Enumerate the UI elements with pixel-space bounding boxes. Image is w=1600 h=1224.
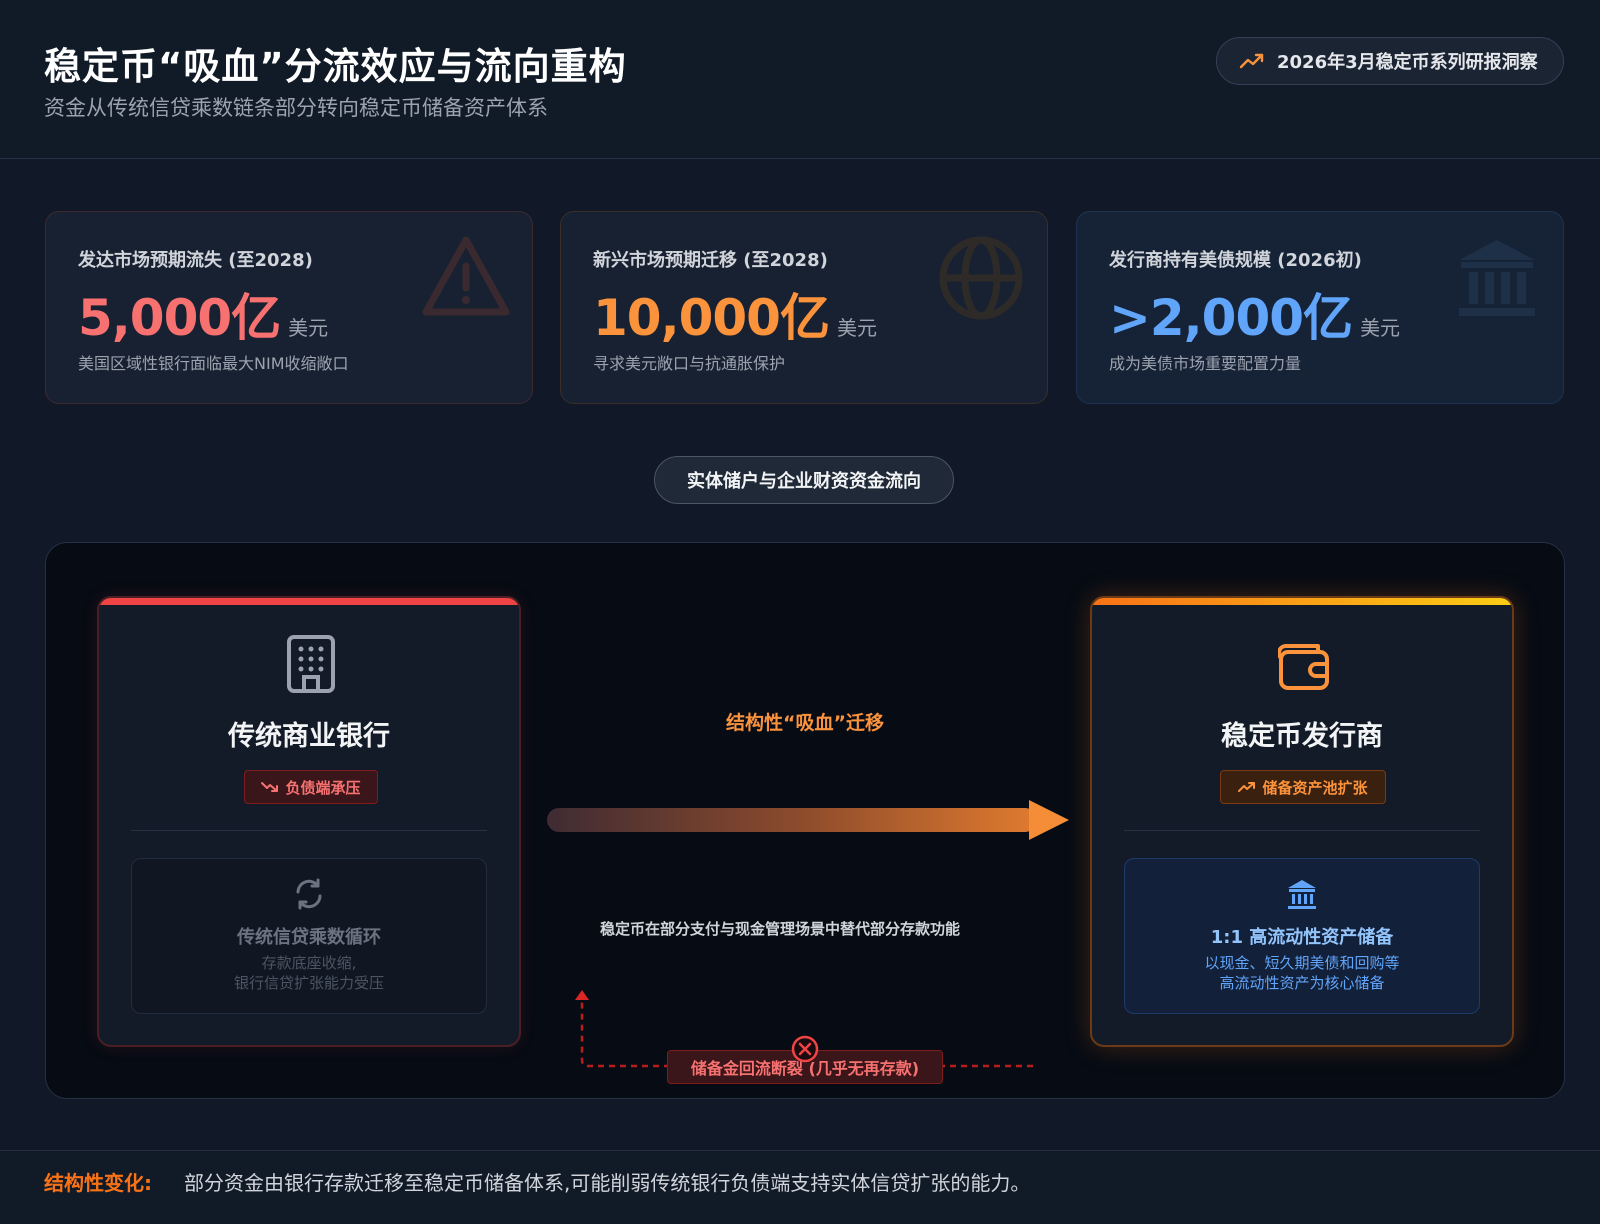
wallet-icon [1278, 643, 1329, 690]
stat-unit: 美元 [1360, 316, 1401, 340]
divider [131, 830, 487, 831]
credit-cycle-panel: 传统信贷乘数循环 存款底座收缩, 银行信贷扩张能力受压 [131, 858, 487, 1014]
stat-card-developed-markets: 发达市场预期流失 (至2028) 5,000亿 美元 美国区域性银行面临最大NI… [45, 211, 533, 404]
footer-text: 部分资金由银行存款迁移至稳定币储备体系,可能削弱传统银行负债端支持实体信贷扩张的… [184, 1171, 1031, 1195]
stat-card-issuer-treasuries: 发行商持有美债规模 (2026初) >2,000亿 美元 成为美债市场重要配置力… [1076, 211, 1564, 404]
trending-up-icon [1239, 53, 1264, 69]
stat-description: 寻求美元敞口与抗通胀保护 [593, 354, 786, 373]
credit-cycle-desc-line: 存款底座收缩, [261, 954, 357, 972]
issuer-name: 稳定币发行商 [1221, 721, 1383, 752]
bank-status-badge: 负债端承压 [244, 770, 378, 804]
divider [1124, 830, 1480, 831]
credit-cycle-desc-line: 银行信贷扩张能力受压 [233, 974, 384, 992]
bank-icon [1288, 880, 1316, 909]
bank-accent-bar [99, 598, 519, 605]
globe-icon [939, 236, 1023, 320]
reserve-title: 1:1 高流动性资产储备 [1210, 927, 1394, 948]
trending-down-icon [261, 782, 279, 792]
reserve-desc-line: 以现金、短久期美债和回购等 [1204, 954, 1400, 972]
refresh-icon [296, 878, 322, 910]
stat-label: 发行商持有美债规模 (2026初) [1109, 250, 1362, 271]
bank-status-label: 负债端承压 [285, 778, 361, 797]
trending-up-icon [1238, 782, 1256, 792]
issuer-accent-bar [1092, 598, 1512, 605]
stat-value: 5,000亿 [78, 289, 281, 347]
stat-label: 发达市场预期流失 (至2028) [78, 250, 313, 271]
warning-icon [422, 236, 510, 316]
stat-value: 10,000亿 [593, 289, 830, 347]
stat-unit: 美元 [836, 316, 877, 340]
reserve-panel: 1:1 高流动性资产储备 以现金、短久期美债和回购等 高流动性资产为核心储备 [1124, 858, 1480, 1014]
close-circle-icon [791, 1035, 819, 1063]
credit-cycle-title: 传统信贷乘数循环 [237, 927, 381, 948]
report-badge: 2026年3月稳定币系列研报洞察 [1216, 37, 1564, 85]
credit-cycle-description: 存款底座收缩, 银行信贷扩张能力受压 [132, 953, 486, 993]
stat-label: 新兴市场预期迁移 (至2028) [593, 250, 828, 271]
issuer-status-label: 储备资产池扩张 [1262, 778, 1368, 797]
building-icon [287, 635, 335, 693]
stat-value: >2,000亿 [1109, 289, 1353, 347]
bank-box: 传统商业银行 负债端承压 传统信贷乘数循环 存款底座收缩, 银行信贷扩张能力受压 [97, 596, 521, 1047]
footer-label: 结构性变化: [44, 1171, 152, 1195]
stat-description: 成为美债市场重要配置力量 [1109, 354, 1302, 373]
stat-card-emerging-markets: 新兴市场预期迁移 (至2028) 10,000亿 美元 寻求美元敞口与抗通胀保护 [560, 211, 1048, 404]
page-footer: 结构性变化: 部分资金由银行存款迁移至稳定币储备体系,可能削弱传统银行负债端支持… [0, 1150, 1600, 1224]
report-badge-label: 2026年3月稳定币系列研报洞察 [1277, 52, 1538, 73]
bank-icon [1459, 240, 1535, 316]
stat-description: 美国区域性银行面临最大NIM收缩敞口 [78, 354, 349, 373]
bank-name: 传统商业银行 [228, 721, 390, 752]
migration-arrow [547, 800, 1069, 840]
page-subtitle: 资金从传统信贷乘数链条部分转向稳定币储备资产体系 [44, 96, 548, 120]
issuer-status-badge: 储备资产池扩张 [1220, 770, 1386, 804]
page-header: 稳定币“吸血”分流效应与流向重构 资金从传统信贷乘数链条部分转向稳定币储备资产体… [0, 0, 1600, 159]
section-label: 实体储户与企业财资资金流向 [654, 456, 954, 504]
reserve-description: 以现金、短久期美债和回购等 高流动性资产为核心储备 [1125, 953, 1479, 993]
issuer-box: 稳定币发行商 储备资产池扩张 1:1 高流动性资产储备 以现金、短久期美债和回购… [1090, 596, 1514, 1047]
page-title: 稳定币“吸血”分流效应与流向重构 [44, 45, 627, 88]
reserve-desc-line: 高流动性资产为核心储备 [1219, 974, 1385, 992]
migration-label: 结构性“吸血”迁移 [726, 712, 884, 734]
stat-unit: 美元 [288, 316, 329, 340]
substitution-note: 稳定币在部分支付与现金管理场景中替代部分存款功能 [599, 920, 960, 938]
